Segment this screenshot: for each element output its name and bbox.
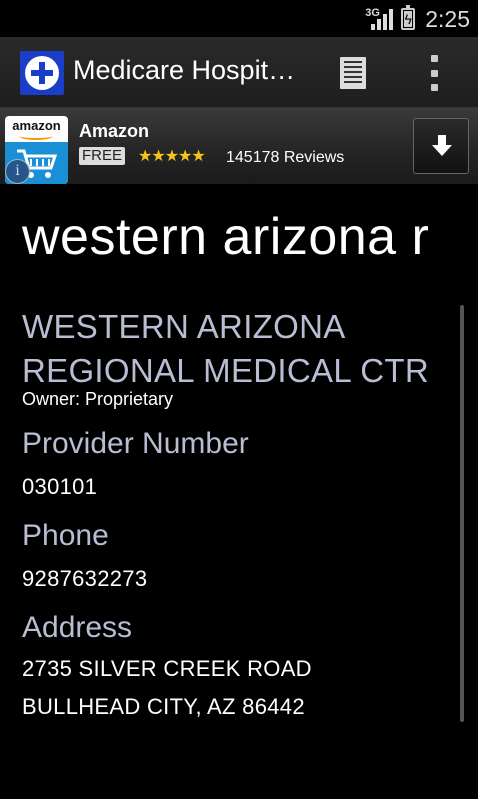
scrollbar[interactable] [460,305,464,722]
phone-label: Phone [22,519,109,552]
provider-number-label: Provider Number [22,427,249,460]
review-count: 145178 Reviews [226,149,345,166]
medical-cross-icon[interactable] [20,51,64,95]
download-button[interactable] [413,118,469,174]
list-icon[interactable] [340,57,366,89]
overflow-menu-icon[interactable] [431,55,439,91]
price-badge: FREE [79,147,126,165]
ad-banner[interactable]: amazon i Amazon FREE ★★★★★ 145178 Review… [0,108,478,184]
page-title: western arizona r [22,208,430,266]
hospital-details: WESTERN ARIZONA REGIONAL MEDICAL CTR Own… [22,305,452,726]
address-line-1: 2735 SILVER CREEK ROAD [22,656,312,681]
status-bar: 3G ϟ 2:25 [0,0,478,37]
action-bar: Medicare Hospit… [0,37,478,108]
ad-logo-text: amazon [12,118,61,133]
clock: 2:25 [425,5,470,32]
battery-icon: ϟ [401,5,416,30]
provider-number-value: 030101 [22,474,98,499]
phone-value[interactable]: 9287632273 [22,564,452,594]
address-label: Address [22,611,133,644]
address-block[interactable]: 2735 SILVER CREEK ROAD BULLHEAD CITY, AZ… [22,650,452,726]
info-icon[interactable]: i [5,159,30,184]
app-title: Medicare Hospit… [73,55,296,85]
address-line-2: BULLHEAD CITY, AZ 86442 [22,694,305,719]
rating-stars: ★★★★★ [138,148,206,165]
signal-icon: 3G [365,6,395,32]
ad-title: Amazon [79,121,150,141]
hospital-name: WESTERN ARIZONA REGIONAL MEDICAL CTR [22,308,429,389]
download-arrow-icon [432,135,452,156]
